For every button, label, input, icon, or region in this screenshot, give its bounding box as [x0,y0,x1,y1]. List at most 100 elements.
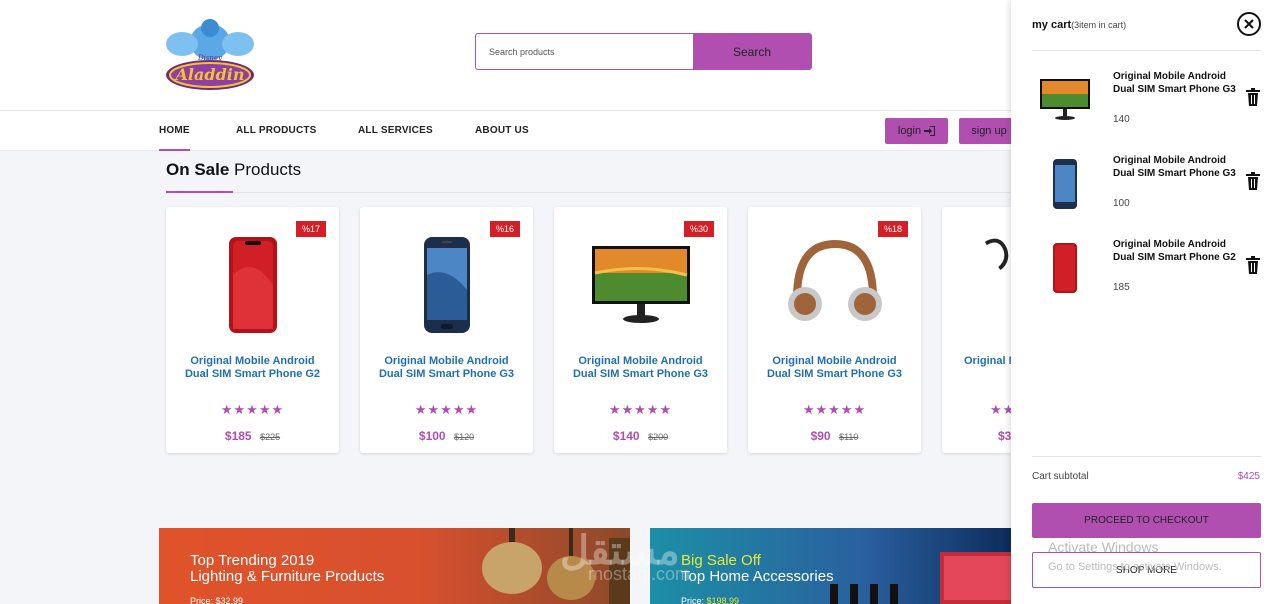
price-row: $140 $200 [554,427,727,445]
original-price: $120 [454,432,475,442]
rating-stars: ★★★★★ [608,402,673,417]
login-label: login [897,125,922,137]
cart-header-divider [1032,50,1261,51]
search-button[interactable]: Search [693,34,811,69]
sign-in-icon [924,126,936,136]
banner-price-value: $32.99 [215,596,244,604]
product-card[interactable]: %18 Original Mobile Android Dual SIM Sma… [748,207,921,453]
cart-item[interactable]: Original Mobile Android Dual SIM Smart P… [1032,238,1261,308]
red-phone-icon [1053,243,1077,293]
price-row: $100 $120 [360,427,533,445]
windows-activation-title: Activate Windows [1048,539,1159,555]
product-image[interactable] [554,233,727,337]
monitor-icon [1040,79,1090,120]
banner-price-label: Price: [190,596,214,604]
cart-title-label: my cart [1032,19,1072,31]
sale-price: $90 [810,429,831,443]
trash-icon[interactable] [1245,88,1261,106]
product-name-link[interactable]: Original M Dual SIM [964,355,1011,368]
price-row: $185 $225 [166,427,339,445]
trash-icon[interactable] [1245,172,1261,190]
product-image[interactable] [748,233,921,337]
banner-line-1: Big Sale Off [681,552,761,569]
product-name-link[interactable]: Original Mobile Android Dual SIM Smart P… [180,355,325,381]
section-divider [166,192,1011,193]
original-price: $110 [839,432,859,442]
rating-stars: ★★★★★ [220,402,285,417]
sale-price: $100 [418,429,446,443]
cart-item-name[interactable]: Original Mobile Android Dual SIM Smart P… [1113,154,1241,180]
rating-stars: ★★★★★ [802,402,867,417]
close-cart-button[interactable] [1237,12,1261,36]
nav-item-about-us[interactable]: ABOUT US [475,125,529,136]
signup-button[interactable]: sign up [959,118,1019,144]
tv-icon [830,552,1011,604]
cart-drawer: my cart(3item in cart) Original Mobile A… [1011,0,1280,604]
cart-item-name[interactable]: Original Mobile Android Dual SIM Smart P… [1113,238,1241,264]
banner-line-2: Top Home Accessories [681,568,834,585]
cart-item[interactable]: Original Mobile Android Dual SIM Smart P… [1032,154,1261,224]
sale-price: $3 [998,429,1011,443]
cart-item-image [1037,74,1093,126]
cart-item[interactable]: Original Mobile Android Dual SIM Smart P… [1032,70,1261,140]
subtotal-label: Cart subtotal [1032,471,1089,482]
login-button[interactable]: login [885,118,948,144]
product-name-link[interactable]: Original Mobile Android Dual SIM Smart P… [374,355,519,381]
banner-price-value: $198.99 [706,596,740,604]
product-image[interactable] [166,233,339,337]
cart-count: (3item in cart) [1071,20,1127,30]
subtotal-value: $425 [1237,471,1260,482]
headphones-icon [787,239,882,321]
rating-stars: ★★ [990,402,1011,417]
product-card[interactable]: %30 Original Mobile Android Dual SIM Sma… [554,207,727,453]
banner-line-2: Lighting & Furniture Products [190,568,385,585]
sale-price: $185 [224,429,252,443]
product-card[interactable]: %17 Original Mobile Android Dual SIM Sma… [166,207,339,453]
section-accent-line [166,191,233,193]
blue-phone-icon [423,237,470,333]
red-phone-icon [228,237,277,333]
section-title-rest: Products [234,160,302,179]
svg-text:Disney: Disney [197,54,223,62]
windows-activation-hint: Go to Settings to activate Windows. [1048,561,1222,573]
mostaql-watermark-url: mostaql.com [588,564,691,584]
section-title-bold: On Sale [166,160,230,179]
signup-label: sign up [971,125,1007,137]
cable-icon [984,238,1009,271]
trash-icon[interactable] [1245,256,1261,274]
rating-stars: ★★★★★ [414,402,479,417]
original-price: $225 [260,432,281,442]
banner-price: Price: $198.99 [681,596,739,604]
product-card[interactable]: Original M Dual SIM ★★ $3 [942,207,1011,453]
product-name-link[interactable]: Original Mobile Android Dual SIM Smart P… [568,355,713,381]
product-name-link[interactable]: Original Mobile Android Dual SIM Smart P… [762,355,907,381]
cart-item-image [1037,242,1093,294]
section-title: On Sale Products [166,160,301,180]
nav-item-home[interactable]: HOME [159,125,190,151]
svg-text:Aladdin: Aladdin [174,65,245,84]
price-row: $90 $110 [748,427,921,445]
checkout-button[interactable]: PROCEED TO CHECKOUT [1032,503,1261,538]
cart-title: my cart(3item in cart) [1032,19,1126,31]
promo-banner-accessories[interactable]: Big Sale Off Top Home Accessories Price:… [650,528,1011,604]
banner-price-label: Price: [681,596,705,604]
price-row: $3 [998,427,1011,445]
cart-item-price: 140 [1113,114,1130,125]
close-icon [1244,19,1254,29]
product-card[interactable]: %16 Original Mobile Android Dual SIM Sma… [360,207,533,453]
cart-item-price: 185 [1113,282,1130,293]
cart-footer-divider [1032,456,1261,457]
banner-price: Price: $32.99 [190,596,243,604]
aladdin-logo[interactable]: Aladdin Disney [158,6,262,94]
original-price: $200 [648,432,669,442]
banner-line-1: Top Trending 2019 [190,552,315,569]
nav-item-all-services[interactable]: ALL SERVICES [358,125,433,136]
nav-item-all-products[interactable]: ALL PRODUCTS [236,125,317,136]
search-bar: Search [475,33,812,70]
cart-item-name[interactable]: Original Mobile Android Dual SIM Smart P… [1113,70,1241,96]
product-image[interactable] [360,233,533,337]
search-input[interactable] [476,34,693,69]
cart-item-price: 100 [1113,198,1130,209]
product-image[interactable] [942,235,1011,275]
monitor-icon [591,246,690,323]
